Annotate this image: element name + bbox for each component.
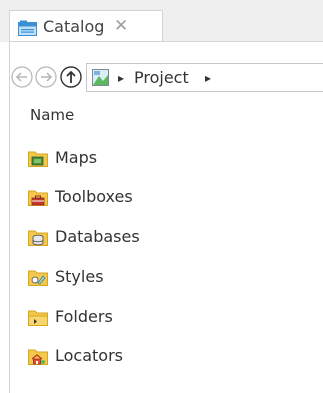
tab-strip: Catalog ✕ — [0, 0, 323, 42]
locators-folder-icon — [28, 349, 48, 365]
tab-catalog[interactable]: Catalog ✕ — [9, 10, 163, 42]
toolboxes-folder-icon — [28, 190, 48, 206]
breadcrumb-separator[interactable]: ▸ — [205, 68, 211, 88]
project-icon — [92, 69, 109, 86]
up-arrow-icon[interactable] — [60, 66, 82, 88]
path-breadcrumb[interactable]: ▸ Project ▸ — [86, 63, 323, 92]
forward-arrow-icon[interactable] — [35, 66, 57, 88]
address-bar: ▸ Project ▸ — [11, 63, 323, 93]
list-item-label: Maps — [55, 148, 98, 167]
maps-folder-icon — [28, 151, 48, 167]
list-item-label: Databases — [55, 227, 140, 246]
tab-close-icon[interactable]: ✕ — [114, 17, 128, 35]
list-item-folders[interactable]: Folders — [28, 305, 288, 329]
column-header-name[interactable]: Name — [30, 106, 74, 124]
list-item-label: Folders — [55, 307, 113, 326]
back-arrow-icon[interactable] — [11, 66, 33, 88]
styles-folder-icon — [28, 270, 48, 286]
list-item-locators[interactable]: Locators — [28, 344, 288, 368]
list-item-label: Toolboxes — [55, 187, 133, 206]
folders-folder-icon — [28, 310, 48, 326]
list-item-toolboxes[interactable]: Toolboxes — [28, 185, 288, 209]
list-item-label: Locators — [55, 346, 123, 365]
list-item-maps[interactable]: Maps — [28, 146, 288, 170]
tab-title: Catalog — [43, 17, 105, 36]
catalog-icon — [18, 20, 37, 36]
catalog-pane: Catalog ✕ ▸ Project ▸ Name Maps Toolboxe… — [0, 0, 323, 393]
breadcrumb-separator[interactable]: ▸ — [118, 68, 124, 88]
list-item-databases[interactable]: Databases — [28, 225, 288, 249]
catalog-body — [9, 41, 323, 393]
databases-folder-icon — [28, 230, 48, 246]
list-item-styles[interactable]: Styles — [28, 265, 288, 289]
breadcrumb-project[interactable]: Project — [134, 68, 189, 88]
list-item-label: Styles — [55, 267, 104, 286]
